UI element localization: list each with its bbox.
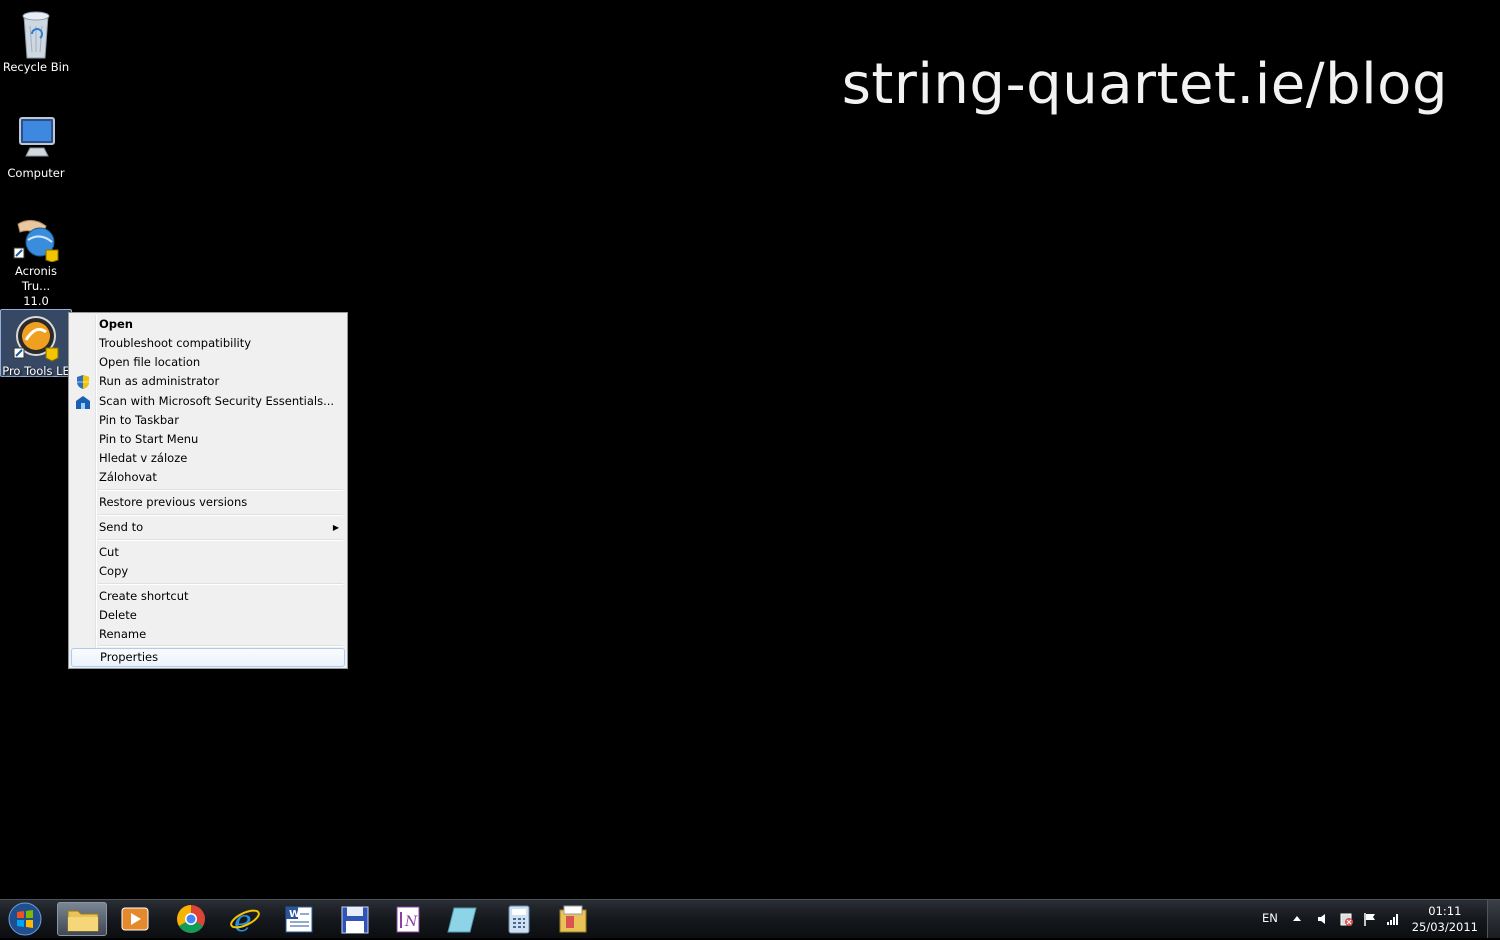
archive-icon bbox=[559, 905, 587, 933]
taskbar-onenote[interactable]: N bbox=[383, 902, 433, 936]
menu-item-pin-taskbar[interactable]: Pin to Taskbar bbox=[71, 411, 345, 430]
clock-time: 01:11 bbox=[1428, 904, 1462, 918]
onenote-icon: N bbox=[396, 906, 420, 933]
menu-item-copy[interactable]: Copy bbox=[71, 562, 345, 581]
uac-shield-icon bbox=[75, 374, 91, 389]
floppy-disk-icon bbox=[341, 906, 369, 934]
show-hidden-icons-icon[interactable] bbox=[1292, 914, 1302, 922]
menu-separator bbox=[98, 489, 343, 491]
taskbar-archive[interactable] bbox=[548, 902, 598, 936]
taskbar: e W N EN 01:11 25/03/2011 bbox=[0, 899, 1500, 939]
taskbar-calculator[interactable] bbox=[494, 902, 544, 936]
language-indicator[interactable]: EN bbox=[1262, 911, 1278, 925]
menu-item-pin-start[interactable]: Pin to Start Menu bbox=[71, 430, 345, 449]
taskbar-save-app[interactable] bbox=[330, 902, 380, 936]
power-icon[interactable] bbox=[1338, 911, 1354, 927]
run-as-admin-label: Run as administrator bbox=[99, 374, 220, 388]
svg-text:N: N bbox=[404, 914, 418, 930]
acronis-shortcut[interactable]: Acronis Tru... 11.0 bbox=[0, 210, 72, 309]
svg-text:e: e bbox=[234, 904, 252, 936]
submenu-arrow-icon: ▶ bbox=[332, 523, 339, 532]
computer-shortcut[interactable]: Computer bbox=[0, 112, 72, 181]
action-center-flag-icon[interactable] bbox=[1362, 911, 1378, 927]
folder-icon bbox=[67, 910, 99, 932]
menu-separator bbox=[98, 539, 343, 541]
pro-tools-label: Pro Tools LE bbox=[2, 364, 70, 378]
wallpaper-watermark: string-quartet.ie/blog bbox=[841, 52, 1448, 117]
calculator-icon bbox=[508, 905, 530, 934]
notes-icon bbox=[447, 907, 477, 933]
menu-item-hledat[interactable]: Hledat v záloze bbox=[71, 449, 345, 468]
start-button[interactable] bbox=[5, 902, 45, 936]
acronis-label-line2: 11.0 bbox=[23, 294, 49, 308]
windows-orb-icon bbox=[8, 902, 42, 936]
taskbar-word[interactable]: W bbox=[274, 902, 324, 936]
menu-item-send-to[interactable]: Send to ▶ bbox=[71, 518, 345, 537]
menu-item-open-location[interactable]: Open file location bbox=[71, 353, 345, 372]
pro-tools-shortcut[interactable]: Pro Tools LE bbox=[0, 309, 72, 378]
menu-item-run-as-admin[interactable]: Run as administrator bbox=[71, 372, 345, 391]
taskbar-chrome[interactable] bbox=[166, 902, 216, 936]
scan-label: Scan with Microsoft Security Essentials.… bbox=[99, 394, 335, 408]
taskbar-internet-explorer[interactable]: e bbox=[220, 902, 270, 939]
menu-separator bbox=[98, 583, 343, 585]
send-to-label: Send to bbox=[99, 520, 144, 534]
menu-item-properties[interactable]: Properties bbox=[71, 648, 345, 667]
chrome-icon bbox=[177, 905, 205, 933]
recycle-bin-label: Recycle Bin bbox=[2, 60, 70, 74]
menu-separator bbox=[98, 514, 343, 516]
acronis-icon bbox=[12, 214, 60, 263]
internet-explorer-icon: e bbox=[230, 904, 260, 939]
pro-tools-icon bbox=[12, 314, 60, 362]
computer-icon bbox=[12, 116, 60, 164]
recycle-bin-icon bbox=[12, 6, 60, 59]
menu-item-troubleshoot[interactable]: Troubleshoot compatibility bbox=[71, 334, 345, 353]
clock-date: 25/03/2011 bbox=[1411, 920, 1478, 934]
volume-icon[interactable] bbox=[1316, 912, 1330, 926]
menu-item-delete[interactable]: Delete bbox=[71, 606, 345, 625]
menu-item-restore[interactable]: Restore previous versions bbox=[71, 493, 345, 512]
network-signal-icon[interactable] bbox=[1386, 912, 1400, 926]
word-icon: W bbox=[285, 906, 313, 933]
taskbar-explorer[interactable] bbox=[57, 902, 107, 936]
security-essentials-icon bbox=[75, 394, 91, 409]
taskbar-notes[interactable] bbox=[438, 902, 488, 936]
acronis-label-line1: Acronis Tru... bbox=[15, 264, 57, 293]
recycle-bin-shortcut[interactable]: Recycle Bin bbox=[0, 2, 72, 75]
svg-text:W: W bbox=[289, 909, 300, 920]
menu-item-open[interactable]: Open bbox=[71, 315, 345, 334]
notification-area: EN 01:11 25/03/2011 bbox=[1240, 900, 1500, 938]
menu-item-create-shortcut[interactable]: Create shortcut bbox=[71, 587, 345, 606]
menu-item-scan[interactable]: Scan with Microsoft Security Essentials.… bbox=[71, 392, 345, 411]
clock[interactable]: 01:11 25/03/2011 bbox=[1412, 903, 1478, 935]
menu-separator bbox=[98, 645, 343, 647]
media-player-icon bbox=[121, 907, 149, 931]
taskbar-media-player[interactable] bbox=[110, 902, 160, 936]
context-menu: Open Troubleshoot compatibility Open fil… bbox=[68, 312, 348, 669]
menu-item-zalohovat[interactable]: Zálohovat bbox=[71, 468, 345, 487]
computer-label: Computer bbox=[7, 166, 65, 180]
show-desktop-button[interactable] bbox=[1487, 900, 1500, 938]
menu-item-rename[interactable]: Rename bbox=[71, 625, 345, 644]
menu-item-cut[interactable]: Cut bbox=[71, 543, 345, 562]
